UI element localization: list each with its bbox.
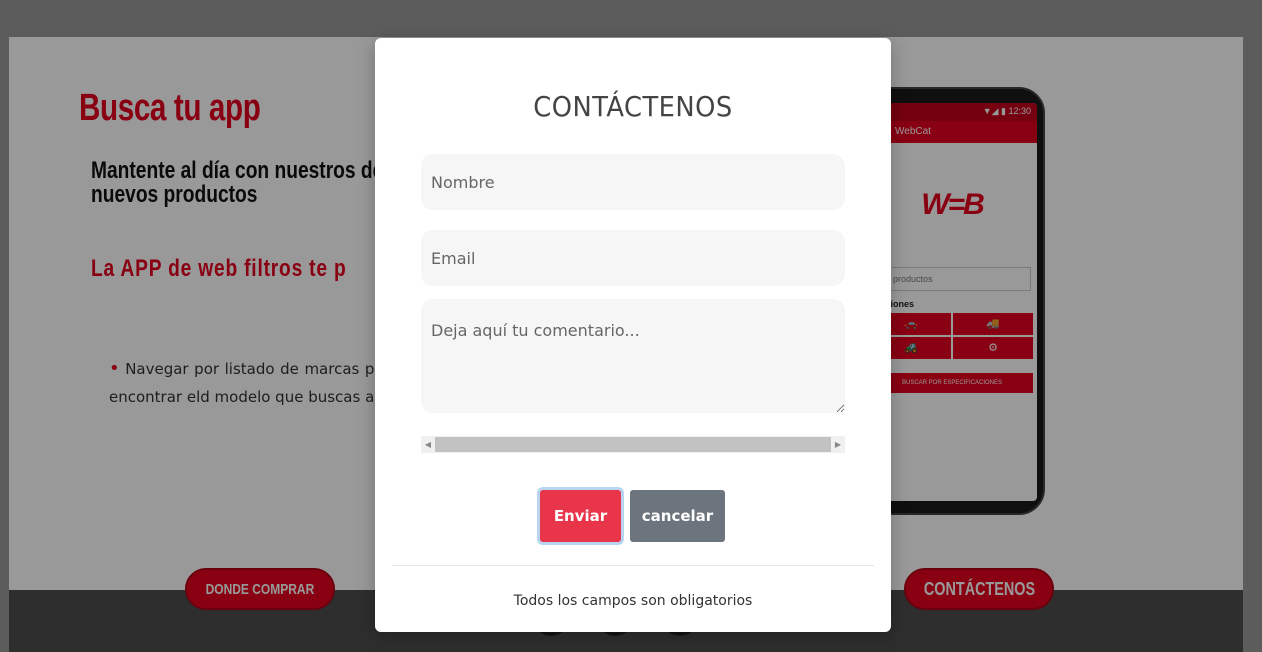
scroll-thumb[interactable] (435, 437, 831, 452)
required-fields-note: Todos los campos son obligatorios (513, 593, 753, 609)
scroll-right-icon[interactable]: ▶ (831, 440, 845, 449)
modal-divider (392, 565, 874, 566)
send-button[interactable]: Enviar (540, 490, 621, 542)
horizontal-scrollbar[interactable]: ◀ ▶ (421, 436, 845, 453)
comment-textarea[interactable] (421, 299, 845, 413)
scroll-left-icon[interactable]: ◀ (421, 440, 435, 449)
cancel-button[interactable]: cancelar (630, 490, 725, 542)
contact-modal: CONTÁCTENOS ◀ ▶ Enviar cancelar Todos lo… (375, 38, 891, 632)
email-input[interactable] (421, 230, 845, 286)
name-input[interactable] (421, 154, 845, 210)
modal-title: CONTÁCTENOS (533, 90, 733, 123)
